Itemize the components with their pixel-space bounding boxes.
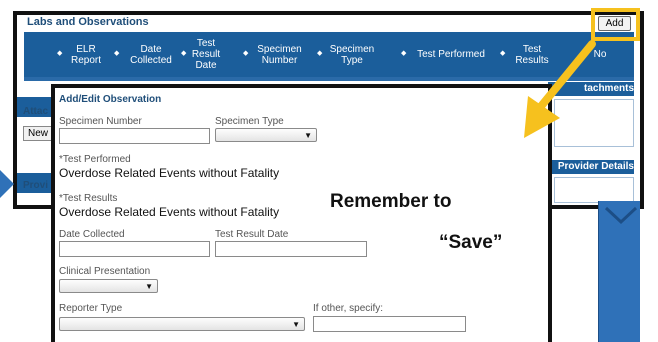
chevron-right-icon[interactable] bbox=[0, 170, 16, 198]
sort-icon[interactable]: ◆ bbox=[401, 49, 406, 57]
chevron-down-icon[interactable] bbox=[604, 204, 638, 226]
callout-arrow-icon bbox=[524, 40, 596, 138]
col-test-result-date[interactable]: Test Result Date bbox=[190, 32, 222, 77]
sort-icon[interactable]: ◆ bbox=[317, 49, 322, 57]
date-collected-label: Date Collected bbox=[59, 229, 125, 240]
specimen-type-select[interactable]: ▼ bbox=[215, 128, 317, 142]
date-collected-input[interactable] bbox=[59, 241, 210, 257]
test-results-label: *Test Results bbox=[59, 193, 118, 204]
provider-details-title: Provider Details bbox=[557, 161, 634, 172]
col-date-collected[interactable]: Date Collected bbox=[123, 32, 179, 77]
sort-icon[interactable]: ◆ bbox=[181, 49, 186, 57]
modal-title: Add/Edit Observation bbox=[59, 94, 162, 105]
test-performed-label: *Test Performed bbox=[59, 154, 131, 165]
attachments-label: Attac bbox=[23, 106, 49, 117]
sort-icon[interactable]: ◆ bbox=[114, 49, 119, 57]
col-specimen-number[interactable]: Specimen Number bbox=[252, 32, 307, 77]
provider-label: Provi bbox=[23, 180, 49, 191]
specimen-number-label: Specimen Number bbox=[59, 116, 142, 127]
labs-title: Labs and Observations bbox=[27, 16, 149, 28]
test-result-date-label: Test Result Date bbox=[215, 229, 289, 240]
specimen-type-label: Specimen Type bbox=[215, 116, 284, 127]
reporter-type-label: Reporter Type bbox=[59, 303, 123, 314]
if-other-input[interactable] bbox=[313, 316, 466, 332]
reminder-text-line2: “Save” bbox=[439, 232, 503, 253]
caret-down-icon: ▼ bbox=[304, 131, 312, 140]
test-performed-value: Overdose Related Events without Fatality bbox=[59, 166, 280, 180]
test-results-value: Overdose Related Events without Fatality bbox=[59, 205, 280, 219]
reminder-text-line1: Remember to bbox=[330, 191, 452, 212]
provider-box bbox=[554, 177, 634, 203]
specimen-number-input[interactable] bbox=[59, 128, 210, 144]
add-button-highlight bbox=[591, 8, 640, 41]
clinical-presentation-select[interactable]: ▼ bbox=[59, 279, 158, 293]
col-test-performed[interactable]: Test Performed bbox=[410, 32, 492, 77]
if-other-label: If other, specify: bbox=[313, 303, 384, 314]
test-result-date-input[interactable] bbox=[215, 241, 367, 257]
sort-icon[interactable]: ◆ bbox=[243, 49, 248, 57]
caret-down-icon: ▼ bbox=[145, 282, 153, 291]
sort-icon[interactable]: ◆ bbox=[57, 49, 62, 57]
clinical-presentation-label: Clinical Presentation bbox=[59, 266, 151, 277]
col-specimen-type[interactable]: Specimen Type bbox=[326, 32, 378, 77]
sort-icon[interactable]: ◆ bbox=[500, 49, 505, 57]
caret-down-icon: ▼ bbox=[292, 320, 300, 329]
col-elr-report[interactable]: ELR Report bbox=[66, 32, 106, 77]
reporter-type-select[interactable]: ▼ bbox=[59, 317, 305, 331]
